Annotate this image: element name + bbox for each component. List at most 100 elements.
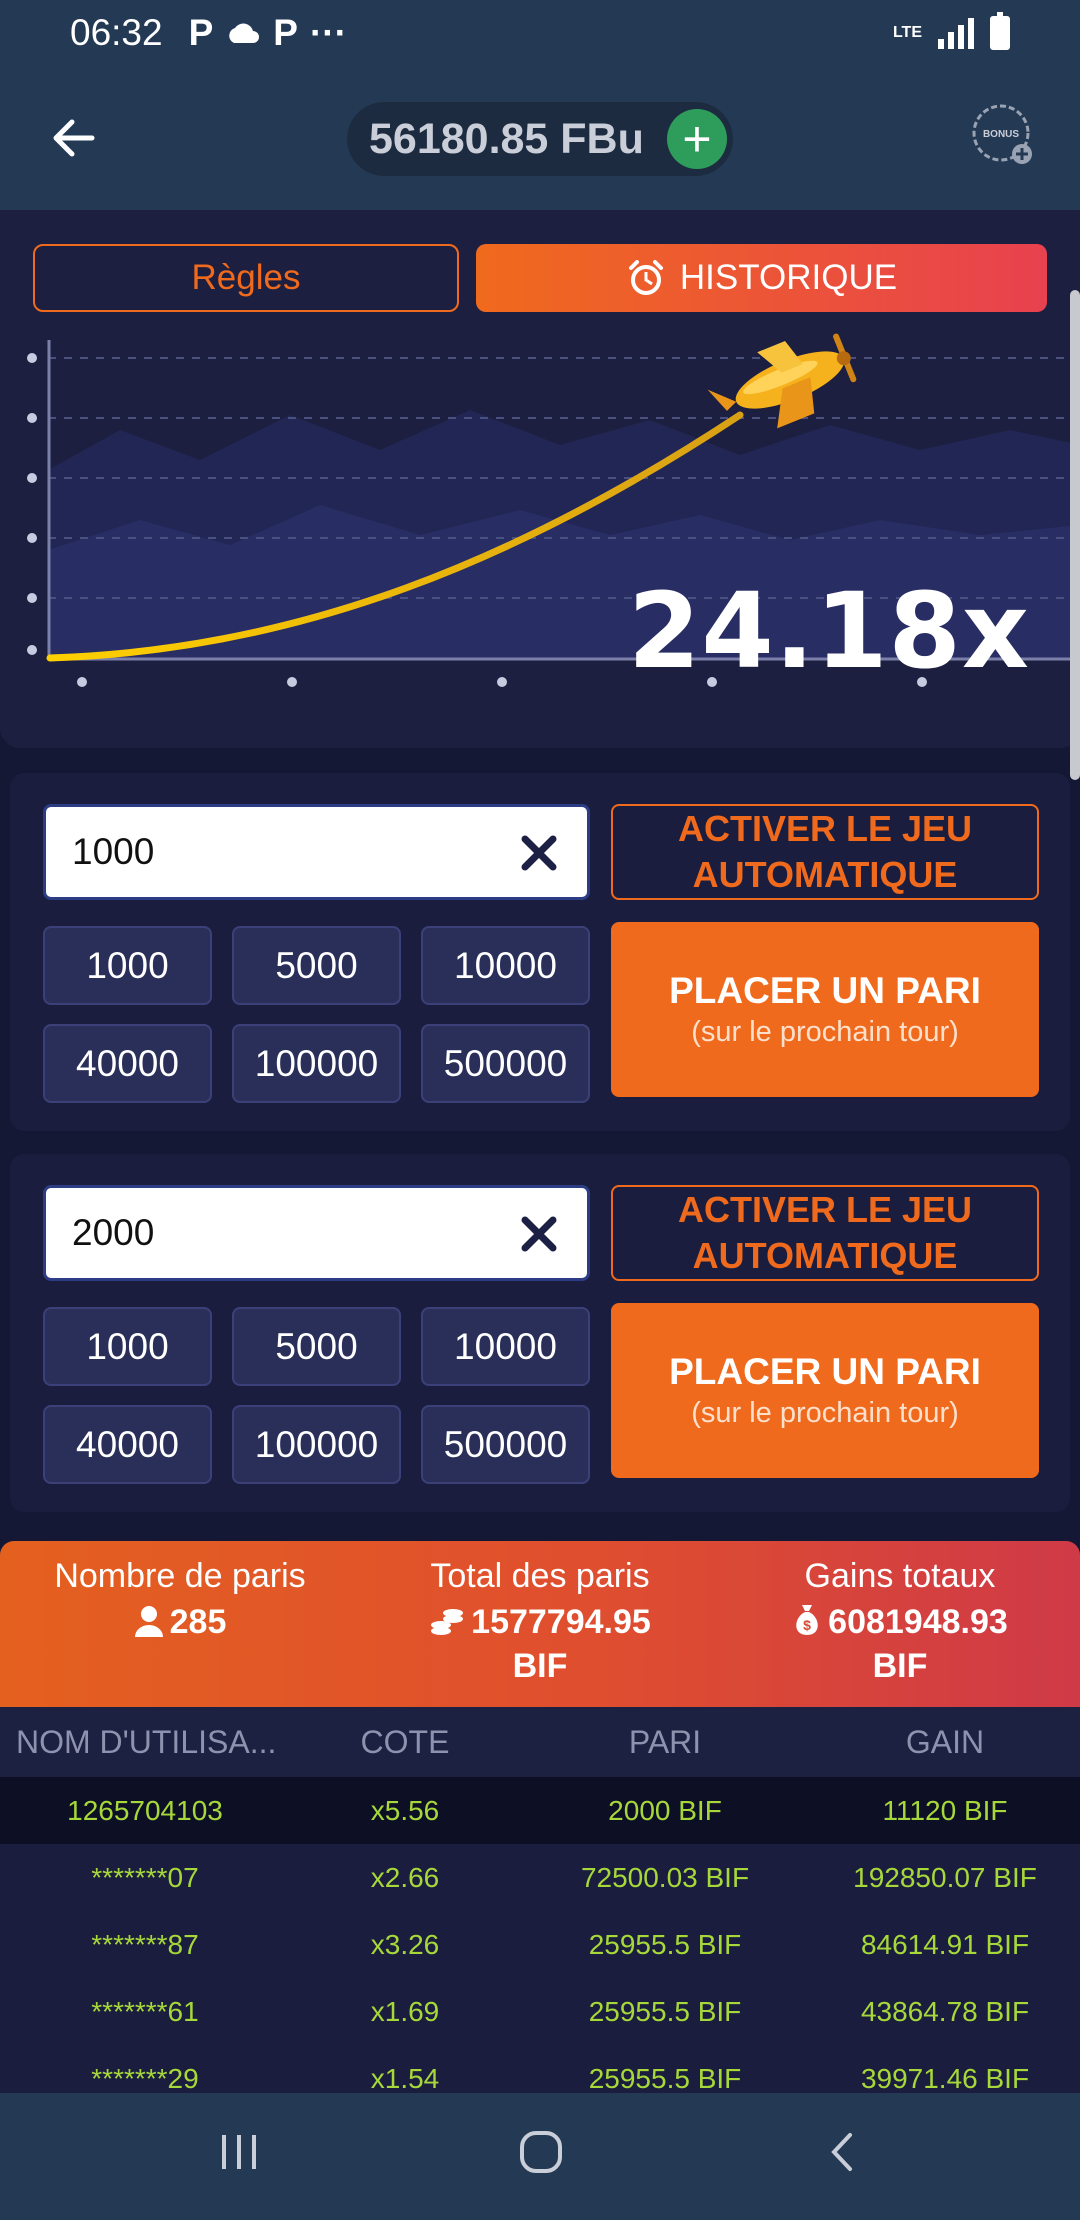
stat-bet-count: Nombre de paris 285 (0, 1541, 360, 1707)
bets-table-header: NOM D'UTILISA... COTE PARI GAIN (0, 1707, 1080, 1777)
balance-amount: 56180.85 FBu (369, 114, 644, 163)
cell-bet: 25955.5 BIF (588, 1928, 742, 1960)
col-username[interactable]: NOM D'UTILISA... (0, 1724, 290, 1761)
col-win[interactable]: GAIN (810, 1724, 1080, 1761)
table-row: 1265704103 x5.56 2000 BIF 11120 BIF (0, 1777, 1080, 1844)
scrollbar[interactable] (1070, 290, 1080, 780)
bonus-badge-icon[interactable]: BONUS (968, 100, 1038, 170)
multiplier-display: 24.18x (627, 570, 1030, 692)
cell-odds: x1.69 (370, 1995, 440, 2027)
history-label: HISTORIQUE (679, 258, 898, 297)
cell-bet: 72500.03 BIF (580, 1861, 750, 1893)
lte-indicator: LTE (892, 24, 922, 41)
bet-stats-strip: Nombre de paris 285 Total des paris 1577… (0, 1541, 1080, 1707)
game-panel: Règles HISTORIQUE 24.18x (0, 210, 1080, 748)
clear-x-icon[interactable] (517, 1212, 561, 1256)
signal-icon (938, 17, 974, 49)
quick-amount-button[interactable]: 100000 (232, 1405, 401, 1484)
table-row: *******61 x1.69 25955.5 BIF 43864.78 BIF (0, 1978, 1080, 2045)
more-icon: ··· (309, 12, 347, 53)
quick-amount-button[interactable]: 10000 (421, 926, 590, 1005)
stat-label: Total des paris (430, 1557, 650, 1595)
recent-apps-icon[interactable] (216, 2129, 262, 2175)
clear-x-icon[interactable] (517, 831, 561, 875)
app-header: 56180.85 FBu + BONUS (0, 66, 1080, 210)
cell-win: 192850.07 BIF (853, 1861, 1037, 1893)
cell-bet: 25955.5 BIF (588, 2062, 742, 2094)
stat-value: 6081948.93 (828, 1603, 1008, 1641)
deposit-plus-button[interactable]: + (667, 109, 727, 169)
table-row: *******07 x2.66 72500.03 BIF 192850.07 B… (0, 1844, 1080, 1911)
cell-username: 1265704103 (67, 1794, 223, 1826)
coins-icon (431, 1609, 464, 1635)
status-time: 06:32 (70, 12, 163, 53)
place-bet-button[interactable]: PLACER UN PARI (sur le prochain tour) (611, 1303, 1039, 1478)
battery-icon (990, 12, 1010, 50)
table-row: *******87 x3.26 25955.5 BIF 84614.91 BIF (0, 1911, 1080, 1978)
bet-panel-2: 2000 ACTIVER LE JEU AUTOMATIQUE 1000 500… (10, 1154, 1070, 1512)
p-icon: P (188, 12, 214, 53)
alarm-clock-icon (628, 260, 663, 295)
stat-unit: BIF (512, 1647, 568, 1685)
svg-text:$: $ (803, 1617, 811, 1633)
nav-back-icon[interactable] (820, 2129, 866, 2175)
cell-username: *******61 (91, 1995, 199, 2027)
cell-win: 43864.78 BIF (860, 1995, 1030, 2027)
place-bet-sublabel: (sur le prochain tour) (691, 1397, 959, 1429)
stat-label: Gains totaux (804, 1557, 996, 1595)
p-icon: P (273, 12, 298, 53)
status-bar: 06:32 P P ··· LTE (0, 0, 1080, 66)
cloud-icon (229, 23, 260, 43)
cell-username: *******29 (91, 2062, 199, 2094)
place-bet-label: PLACER UN PARI (669, 1351, 981, 1392)
history-button[interactable]: HISTORIQUE (476, 244, 1047, 312)
bet-amount-input[interactable]: 1000 (43, 804, 590, 900)
quick-amount-button[interactable]: 40000 (43, 1024, 212, 1103)
place-bet-sublabel: (sur le prochain tour) (691, 1016, 959, 1048)
cell-odds: x1.54 (370, 2062, 440, 2094)
quick-amount-button[interactable]: 100000 (232, 1024, 401, 1103)
bet-amount-value: 2000 (72, 1212, 155, 1253)
cell-bet: 25955.5 BIF (588, 1995, 742, 2027)
place-bet-button[interactable]: PLACER UN PARI (sur le prochain tour) (611, 922, 1039, 1097)
table-row: *******29 x1.54 25955.5 BIF 39971.46 BIF (0, 2045, 1080, 2093)
cell-odds: x3.26 (370, 1928, 440, 1960)
cell-odds: x5.56 (370, 1794, 440, 1826)
quick-amount-button[interactable]: 5000 (232, 926, 401, 1005)
quick-amount-button[interactable]: 500000 (421, 1405, 590, 1484)
cell-username: *******07 (91, 1861, 199, 1893)
stat-label: Nombre de paris (54, 1557, 306, 1595)
cell-bet: 2000 BIF (608, 1794, 722, 1826)
bets-table-body: 1265704103 x5.56 2000 BIF 11120 BIF ****… (0, 1777, 1080, 2093)
bet-panel-1: 1000 ACTIVER LE JEU AUTOMATIQUE 1000 500… (10, 773, 1070, 1131)
quick-amount-button[interactable]: 10000 (421, 1307, 590, 1386)
quick-amount-button[interactable]: 5000 (232, 1307, 401, 1386)
back-arrow-icon[interactable] (44, 108, 104, 168)
col-bet[interactable]: PARI (520, 1724, 810, 1761)
place-bet-label: PLACER UN PARI (669, 970, 981, 1011)
cell-win: 11120 BIF (882, 1794, 1008, 1826)
cell-odds: x2.66 (370, 1861, 440, 1893)
stat-value: 285 (169, 1603, 227, 1641)
rules-button[interactable]: Règles (33, 244, 459, 312)
quick-amount-button[interactable]: 40000 (43, 1405, 212, 1484)
money-bag-icon: $ (796, 1605, 818, 1635)
stat-value: 1577794.95 (471, 1603, 651, 1641)
quick-amount-button[interactable]: 500000 (421, 1024, 590, 1103)
bonus-label: BONUS (983, 129, 1019, 140)
user-icon (134, 1606, 163, 1637)
cell-win: 39971.46 BIF (860, 2062, 1030, 2094)
bet-amount-input[interactable]: 2000 (43, 1185, 590, 1281)
auto-play-button[interactable]: ACTIVER LE JEU AUTOMATIQUE (611, 1185, 1039, 1281)
cell-username: *******87 (91, 1928, 199, 1960)
cell-win: 84614.91 BIF (860, 1928, 1030, 1960)
col-odds[interactable]: COTE (290, 1724, 520, 1761)
stat-total-wins: Gains totaux $6081948.93 BIF (720, 1541, 1080, 1707)
auto-play-button[interactable]: ACTIVER LE JEU AUTOMATIQUE (611, 804, 1039, 900)
quick-amount-button[interactable]: 1000 (43, 926, 212, 1005)
system-nav-bar (0, 2093, 1080, 2220)
home-icon[interactable] (518, 2129, 564, 2175)
balance-pill: 56180.85 FBu + (347, 102, 733, 176)
bet-amount-value: 1000 (72, 831, 155, 872)
quick-amount-button[interactable]: 1000 (43, 1307, 212, 1386)
